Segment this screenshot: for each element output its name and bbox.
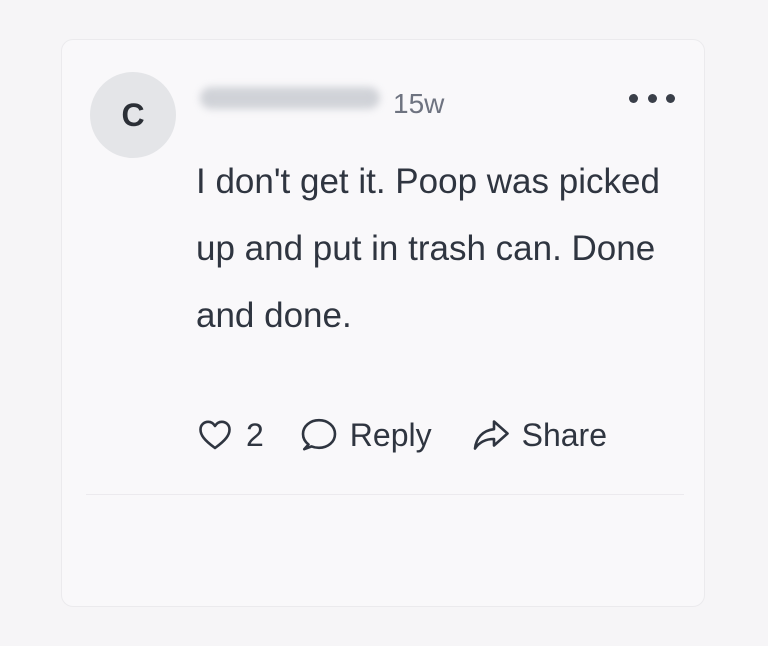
heart-icon	[199, 420, 231, 450]
comment-actions: 2 Reply Share	[198, 410, 607, 460]
comment-card: C 15w I don't get it. Poop was picked up…	[61, 39, 705, 607]
comment-text: I don't get it. Poop was picked up and p…	[196, 162, 660, 335]
reply-label: Reply	[349, 416, 432, 453]
like-button[interactable]: 2	[198, 417, 264, 454]
reply-button[interactable]: Reply	[300, 417, 432, 454]
more-dot-icon	[647, 93, 657, 103]
like-count: 2	[246, 416, 264, 453]
share-label: Share	[521, 416, 607, 453]
username-blurred[interactable]	[200, 87, 380, 109]
more-options-button[interactable]	[629, 86, 675, 110]
divider	[86, 494, 684, 495]
more-dot-icon	[629, 93, 638, 103]
share-button[interactable]: Share	[472, 417, 607, 454]
speech-bubble-icon	[301, 418, 337, 451]
more-dot-icon	[666, 93, 675, 103]
avatar[interactable]: C	[90, 72, 176, 158]
share-arrow-icon	[473, 420, 509, 450]
timestamp: 15w	[393, 88, 445, 119]
